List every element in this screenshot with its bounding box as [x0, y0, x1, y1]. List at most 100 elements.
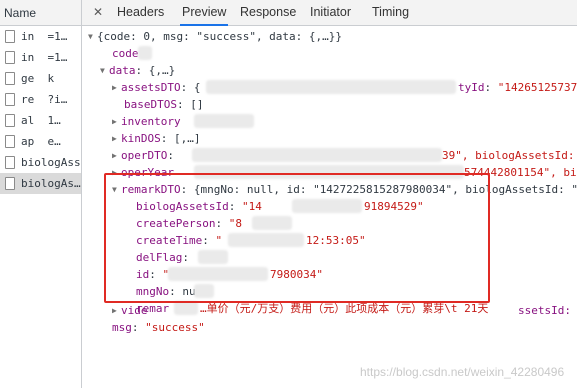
- redaction: [194, 284, 214, 298]
- id-key: id: [136, 268, 150, 281]
- expand-arrow-icon[interactable]: ▼: [100, 63, 109, 78]
- oper-year-tail-text: 574442801154", biolog: [464, 166, 577, 179]
- msg-key: msg: [112, 321, 132, 334]
- json-inventory-line[interactable]: ▶ inventory: [112, 114, 181, 129]
- field-create-person: createPerson: "8: [136, 217, 242, 230]
- request-name: biologAss…: [21, 156, 81, 169]
- expand-arrow-icon[interactable]: ▶: [112, 165, 121, 180]
- json-preview: ▼ {code: 0, msg: "success", data: {,…}} c…: [82, 27, 577, 388]
- remark-key: remarkDTO: [121, 183, 181, 196]
- create-time-value-start: ": [215, 234, 223, 247]
- request-row[interactable]: biologAs…: [0, 173, 81, 194]
- biolog-key: biologAssetsId: [136, 200, 229, 213]
- field-biolog: biologAssetsId: "14: [136, 200, 262, 213]
- request-row[interactable]: al 1…: [0, 110, 81, 131]
- request-row[interactable]: in =1…: [0, 47, 81, 68]
- request-name: ap e…: [21, 135, 61, 148]
- request-name: ge k: [21, 72, 55, 85]
- json-root-line[interactable]: ▼ {code: 0, msg: "success", data: {,…}}: [88, 29, 342, 44]
- json-vide-line[interactable]: ▶ vide: [112, 303, 148, 318]
- json-kin-line[interactable]: ▶ kinDOS: [,…]: [112, 131, 201, 146]
- biolog-value-end: 91894529": [364, 200, 424, 213]
- root-summary: {code: 0, msg: "success", data: {,…}}: [97, 30, 343, 43]
- request-row[interactable]: re ?i…: [0, 89, 81, 110]
- oper-year-tail: 574442801154", biolog: [464, 165, 577, 180]
- tab-response[interactable]: Response: [240, 0, 296, 26]
- create-person-value: "8: [228, 217, 242, 230]
- request-row[interactable]: ap e…: [0, 131, 81, 152]
- kin-key: kinDOS: [121, 132, 161, 145]
- field-mng-no: mngNo: nu: [136, 285, 196, 298]
- vide-tail-key: ssetsId:: [518, 304, 571, 317]
- remark-field-value: …单价（元/万支）费用（元）此项成本（元）累芽\t 21天: [200, 302, 489, 315]
- expand-arrow-icon[interactable]: ▶: [112, 131, 121, 146]
- oper-tail: 39", biologAssetsId: ": [442, 148, 577, 163]
- oper-year-key: operYear: [121, 166, 174, 179]
- create-time-key: createTime: [136, 234, 203, 247]
- file-icon: [5, 72, 15, 85]
- del-flag-key: delFlag: [136, 251, 183, 264]
- json-base-line: baseDTOS: []: [124, 98, 204, 111]
- redaction: [228, 233, 304, 247]
- file-icon: [5, 51, 15, 64]
- msg-value: "success": [145, 321, 205, 334]
- biolog-value-start: "14: [241, 200, 262, 213]
- remark-summary: {mngNo: null, id: "1427225815287980034",…: [193, 183, 577, 196]
- create-person-key: createPerson: [136, 217, 216, 230]
- data-key: data: [109, 64, 136, 77]
- assets-key: assetsDTO: [121, 81, 181, 94]
- file-icon: [5, 114, 15, 127]
- id-value-end: 7980034": [270, 268, 323, 281]
- vide-key: vide: [121, 304, 148, 317]
- expand-arrow-icon[interactable]: ▶: [112, 80, 121, 95]
- expand-arrow-icon[interactable]: ▶: [112, 303, 121, 318]
- vide-tail: ssetsId:: [518, 303, 571, 318]
- request-row[interactable]: ge k: [0, 68, 81, 89]
- redaction: [252, 216, 292, 230]
- redaction: [206, 80, 456, 94]
- json-remark-line[interactable]: ▼ remarkDTO: {mngNo: null, id: "142722581…: [112, 182, 577, 197]
- redaction: [168, 267, 268, 281]
- kin-value: [,…]: [174, 132, 201, 145]
- tab-timing[interactable]: Timing: [372, 0, 409, 26]
- create-time-value-end: 12:53:05": [306, 234, 366, 247]
- file-icon: [5, 177, 15, 190]
- redaction: [194, 165, 464, 179]
- file-icon: [5, 30, 15, 43]
- redaction: [174, 301, 198, 315]
- field-create-time-tail: 12:53:05": [306, 233, 366, 248]
- json-oper-year-line[interactable]: ▶ operYear: [112, 165, 174, 180]
- field-biolog-tail: 91894529": [364, 199, 424, 214]
- json-oper-line[interactable]: ▶ operDTO:: [112, 148, 174, 163]
- watermark: https://blog.csdn.net/weixin_42280496: [360, 365, 565, 379]
- expand-arrow-icon[interactable]: ▼: [112, 182, 121, 197]
- base-key: baseDTOS: [124, 98, 177, 111]
- base-value: []: [190, 98, 204, 111]
- tab-initiator[interactable]: Initiator: [310, 0, 351, 26]
- oper-tail-text: 39", biologAssetsId: ": [442, 149, 577, 162]
- redaction: [138, 46, 152, 60]
- assets-tail: tyId: "1426512573745979: [458, 80, 577, 95]
- request-name: in =1…: [21, 51, 68, 64]
- json-data-line[interactable]: ▼ data: {,…}: [100, 63, 175, 78]
- name-column-header[interactable]: Name: [0, 0, 81, 26]
- request-name: biologAs…: [21, 177, 81, 190]
- expand-arrow-icon[interactable]: ▼: [88, 29, 97, 44]
- detail-tabs-bar: ✕ Headers Preview Response Initiator Tim…: [82, 0, 577, 26]
- close-icon[interactable]: ✕: [92, 6, 104, 18]
- expand-arrow-icon[interactable]: ▶: [112, 114, 121, 129]
- request-list-panel: Name in =1… in =1… ge k re ?i… al 1… ap e… bio…: [0, 0, 82, 388]
- field-create-time: createTime: ": [136, 234, 223, 247]
- redaction: [192, 148, 442, 162]
- assets-tail-value: "1426512573745979: [497, 81, 577, 94]
- tab-headers[interactable]: Headers: [117, 0, 164, 26]
- request-row[interactable]: in =1…: [0, 26, 81, 47]
- json-assets-line[interactable]: ▶ assetsDTO: {: [112, 80, 200, 95]
- request-name: re ?i…: [21, 93, 68, 106]
- data-summary: {,…}: [148, 64, 176, 77]
- request-row[interactable]: biologAss…: [0, 152, 81, 173]
- expand-arrow-icon[interactable]: ▶: [112, 148, 121, 163]
- field-del-flag: delFlag:: [136, 251, 189, 264]
- tab-preview[interactable]: Preview: [180, 0, 229, 26]
- file-icon: [5, 156, 15, 169]
